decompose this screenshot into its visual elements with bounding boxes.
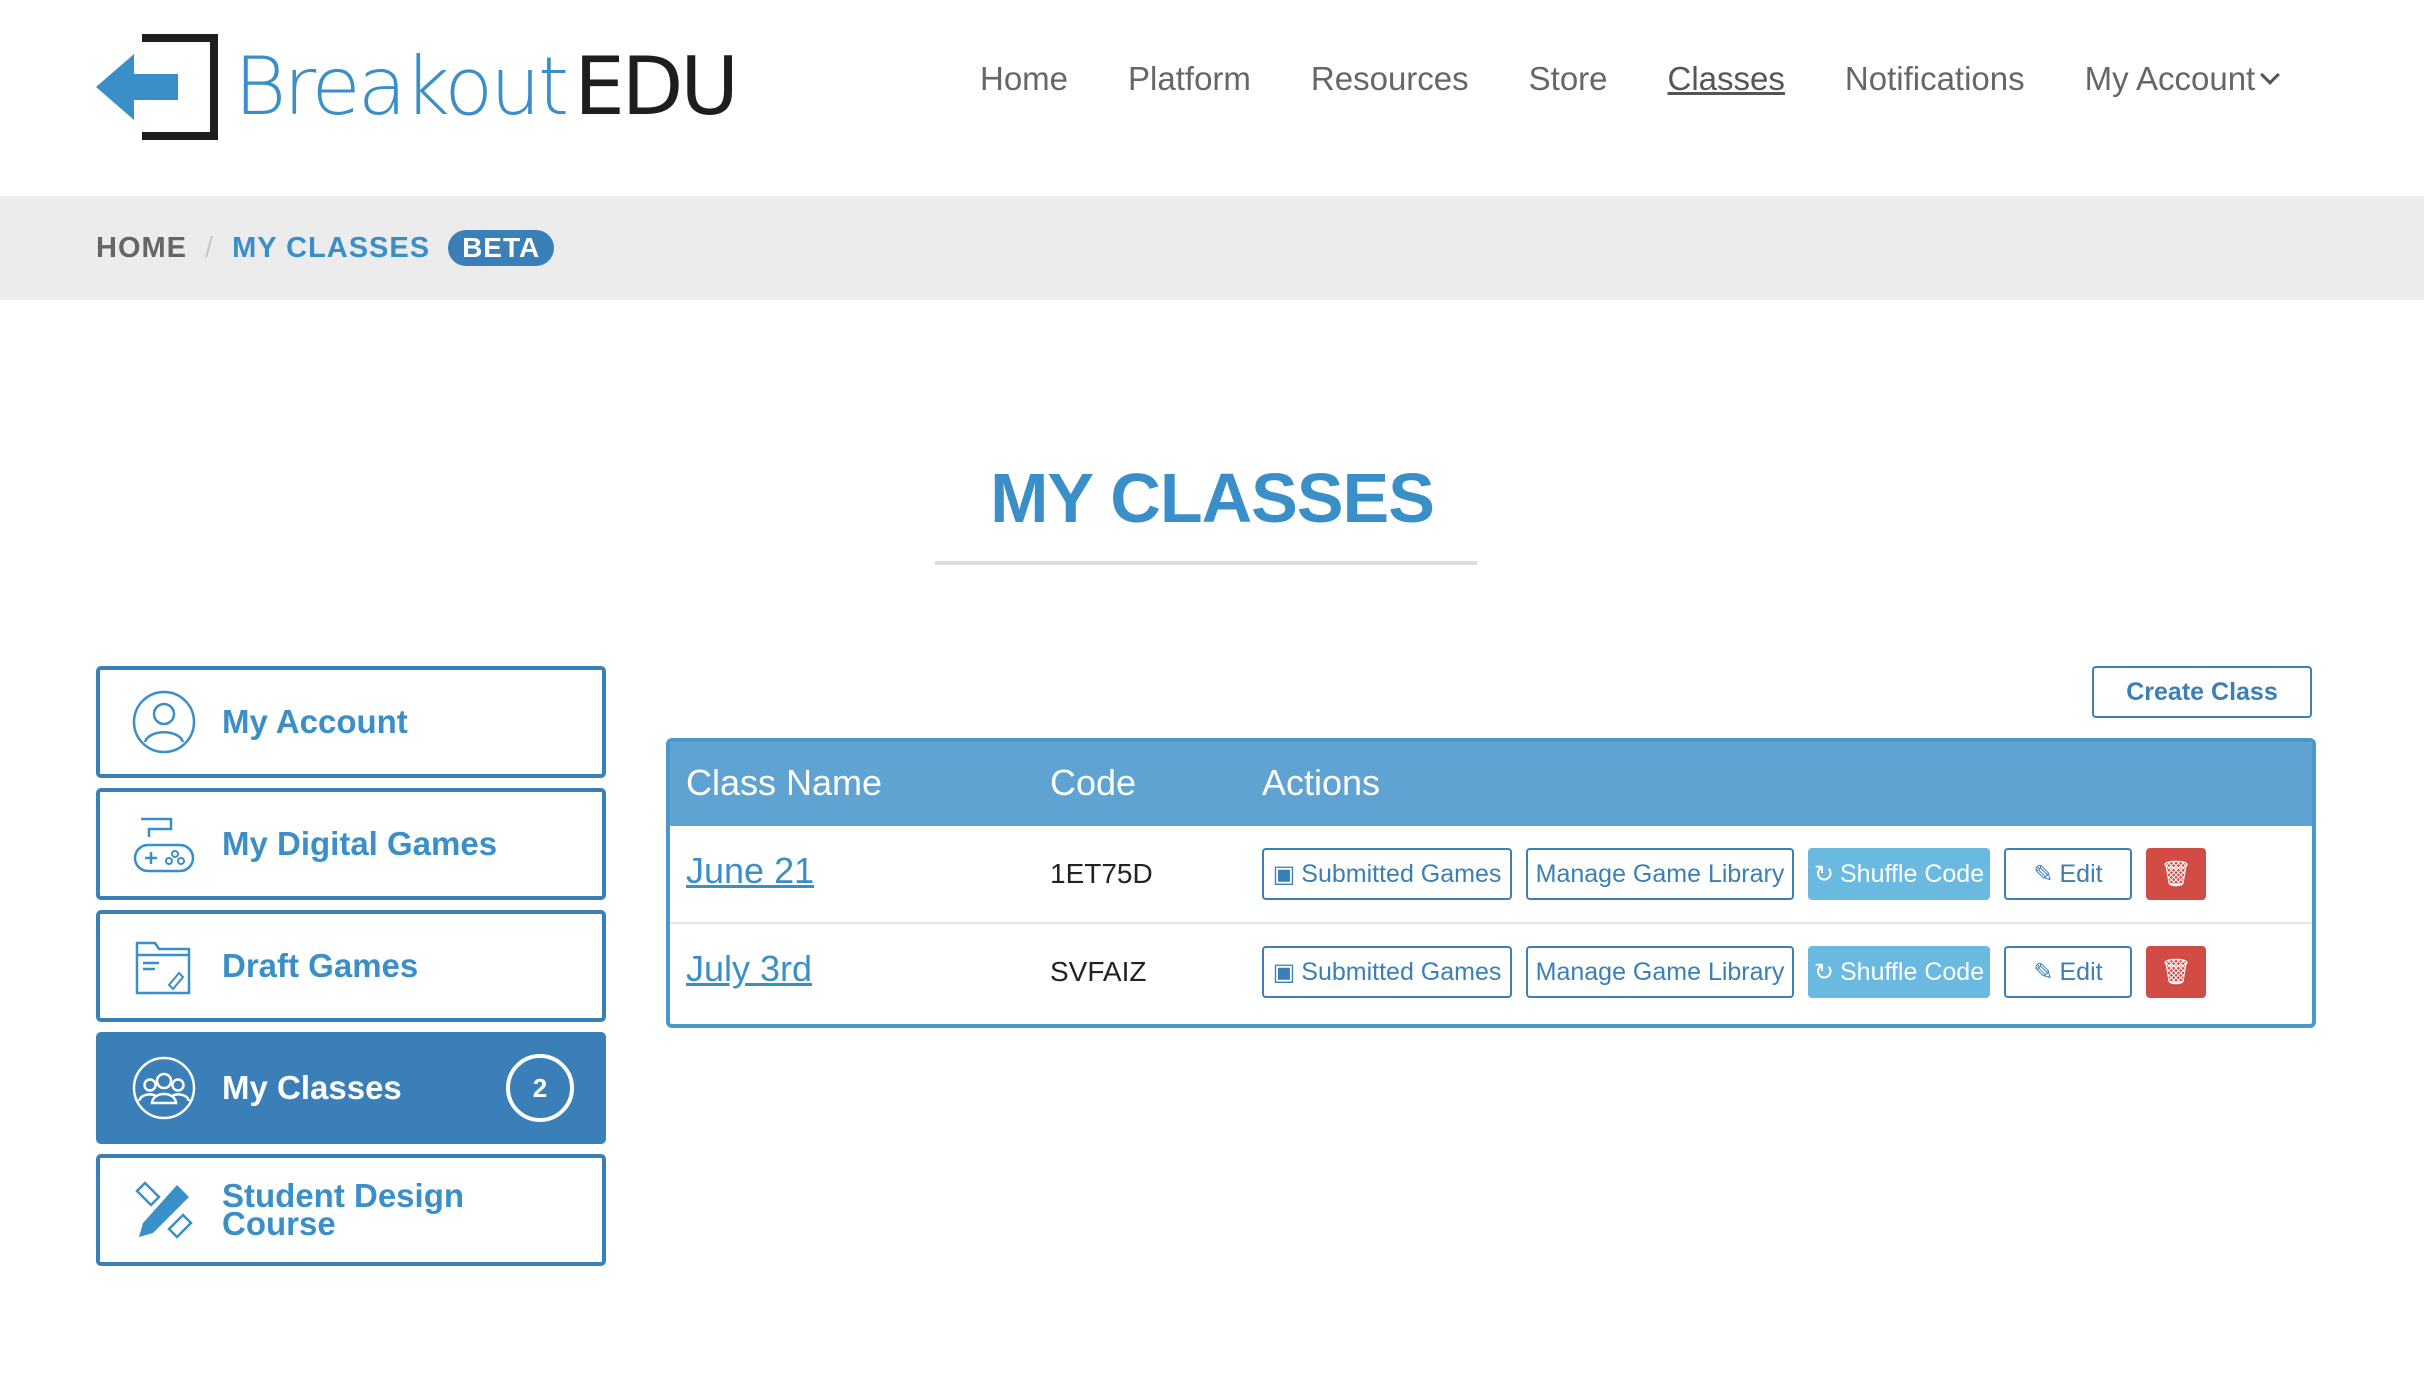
page-title: MY CLASSES [990, 459, 1435, 537]
inbox-icon: ▣ [1272, 860, 1296, 888]
class-name-link[interactable]: June 21 [686, 850, 814, 892]
delete-button[interactable]: 🗑 [2146, 946, 2206, 998]
delete-button[interactable]: 🗑 [2146, 848, 2206, 900]
class-code: 1ET75D [1050, 858, 1153, 889]
title-divider [935, 561, 1477, 565]
create-class-button[interactable]: Create Class [2092, 666, 2312, 718]
refresh-icon: ↻ [1813, 860, 1834, 888]
sidebar-item-my-classes[interactable]: My Classes 2 [96, 1032, 606, 1144]
breakout-edu-logo[interactable]: Breakout EDU [94, 32, 739, 142]
submitted-games-label: Submitted Games [1301, 859, 1502, 888]
sidebar-item-draft-games[interactable]: Draft Games [96, 910, 606, 1022]
sidebar-item-label: Student Design Course [222, 1179, 464, 1240]
sidebar-item-label: My Account [222, 703, 408, 740]
shuffle-code-button[interactable]: ↻ Shuffle Code [1808, 946, 1990, 998]
classes-count-badge: 2 [506, 1054, 574, 1122]
main-nav: Home Platform Resources Store Classes No… [980, 60, 2281, 98]
edit-label: Edit [2059, 859, 2103, 888]
refresh-icon: ↻ [1813, 958, 1834, 986]
nav-store[interactable]: Store [1529, 60, 1608, 98]
edit-button[interactable]: ✎ Edit [2004, 848, 2132, 900]
gamepad-icon [130, 810, 198, 878]
sidebar-item-label-line2: Course [222, 1205, 336, 1242]
nav-notifications[interactable]: Notifications [1845, 60, 2025, 98]
nav-my-account-label: My Account [2084, 60, 2256, 97]
sidebar-item-label: Draft Games [222, 947, 419, 984]
pencil-ruler-icon [130, 1176, 198, 1244]
user-circle-icon [130, 688, 198, 756]
pencil-icon: ✎ [2033, 860, 2054, 888]
logo-arrow-icon [96, 34, 218, 140]
logo-wordmark: Breakout EDU [234, 40, 739, 133]
nav-my-account[interactable]: My Account [2084, 60, 2281, 98]
sidebar-item-label: My Classes [222, 1069, 402, 1106]
shuffle-code-label: Shuffle Code [1840, 859, 1985, 888]
class-code: SVFAIZ [1050, 956, 1147, 987]
breadcrumb-bar: HOME / MY CLASSES BETA [0, 196, 2424, 300]
table-row: July 3rd SVFAIZ ▣ Submitted Games Manage … [670, 924, 2312, 1022]
sidebar-item-my-digital-games[interactable]: My Digital Games [96, 788, 606, 900]
submitted-games-button[interactable]: ▣ Submitted Games [1262, 848, 1512, 900]
submitted-games-button[interactable]: ▣ Submitted Games [1262, 946, 1512, 998]
pencil-icon: ✎ [2033, 958, 2054, 986]
column-header-code: Code [1050, 762, 1137, 803]
classes-table: Class Name Code Actions June 21 1ET75D ▣… [666, 738, 2316, 1028]
nav-platform[interactable]: Platform [1128, 60, 1251, 98]
folder-icon [130, 932, 198, 1000]
breadcrumb-home[interactable]: HOME [96, 232, 187, 265]
top-header: Breakout EDU Home Platform Resources Stor… [0, 0, 2424, 196]
class-name-link[interactable]: July 3rd [686, 948, 812, 990]
column-header-class-name: Class Name [686, 762, 883, 803]
column-header-actions: Actions [1262, 762, 1381, 803]
nav-classes[interactable]: Classes [1668, 60, 1785, 98]
trash-icon: 🗑 [2160, 859, 2192, 888]
chevron-down-icon [2260, 65, 2281, 85]
manage-game-library-button[interactable]: Manage Game Library [1526, 946, 1794, 998]
nav-home[interactable]: Home [980, 60, 1068, 98]
edit-label: Edit [2059, 957, 2103, 986]
nav-resources[interactable]: Resources [1311, 60, 1469, 98]
manage-game-library-button[interactable]: Manage Game Library [1526, 848, 1794, 900]
submitted-games-label: Submitted Games [1301, 957, 1502, 986]
edit-button[interactable]: ✎ Edit [2004, 946, 2132, 998]
sidebar-item-my-account[interactable]: My Account [96, 666, 606, 778]
inbox-icon: ▣ [1272, 958, 1296, 986]
table-row: June 21 1ET75D ▣ Submitted Games Manage G… [670, 826, 2312, 924]
breadcrumb-separator: / [205, 231, 215, 264]
sidebar-item-student-design-course[interactable]: Student Design Course [96, 1154, 606, 1266]
table-header: Class Name Code Actions [670, 742, 2312, 826]
breadcrumb-current: MY CLASSES [232, 231, 431, 264]
shuffle-code-label: Shuffle Code [1840, 957, 1985, 986]
beta-badge: BETA [448, 230, 555, 266]
sidebar-item-label: My Digital Games [222, 825, 498, 862]
breadcrumb: HOME / MY CLASSES BETA [96, 230, 555, 266]
group-icon [130, 1054, 198, 1122]
shuffle-code-button[interactable]: ↻ Shuffle Code [1808, 848, 1990, 900]
trash-icon: 🗑 [2160, 957, 2192, 986]
